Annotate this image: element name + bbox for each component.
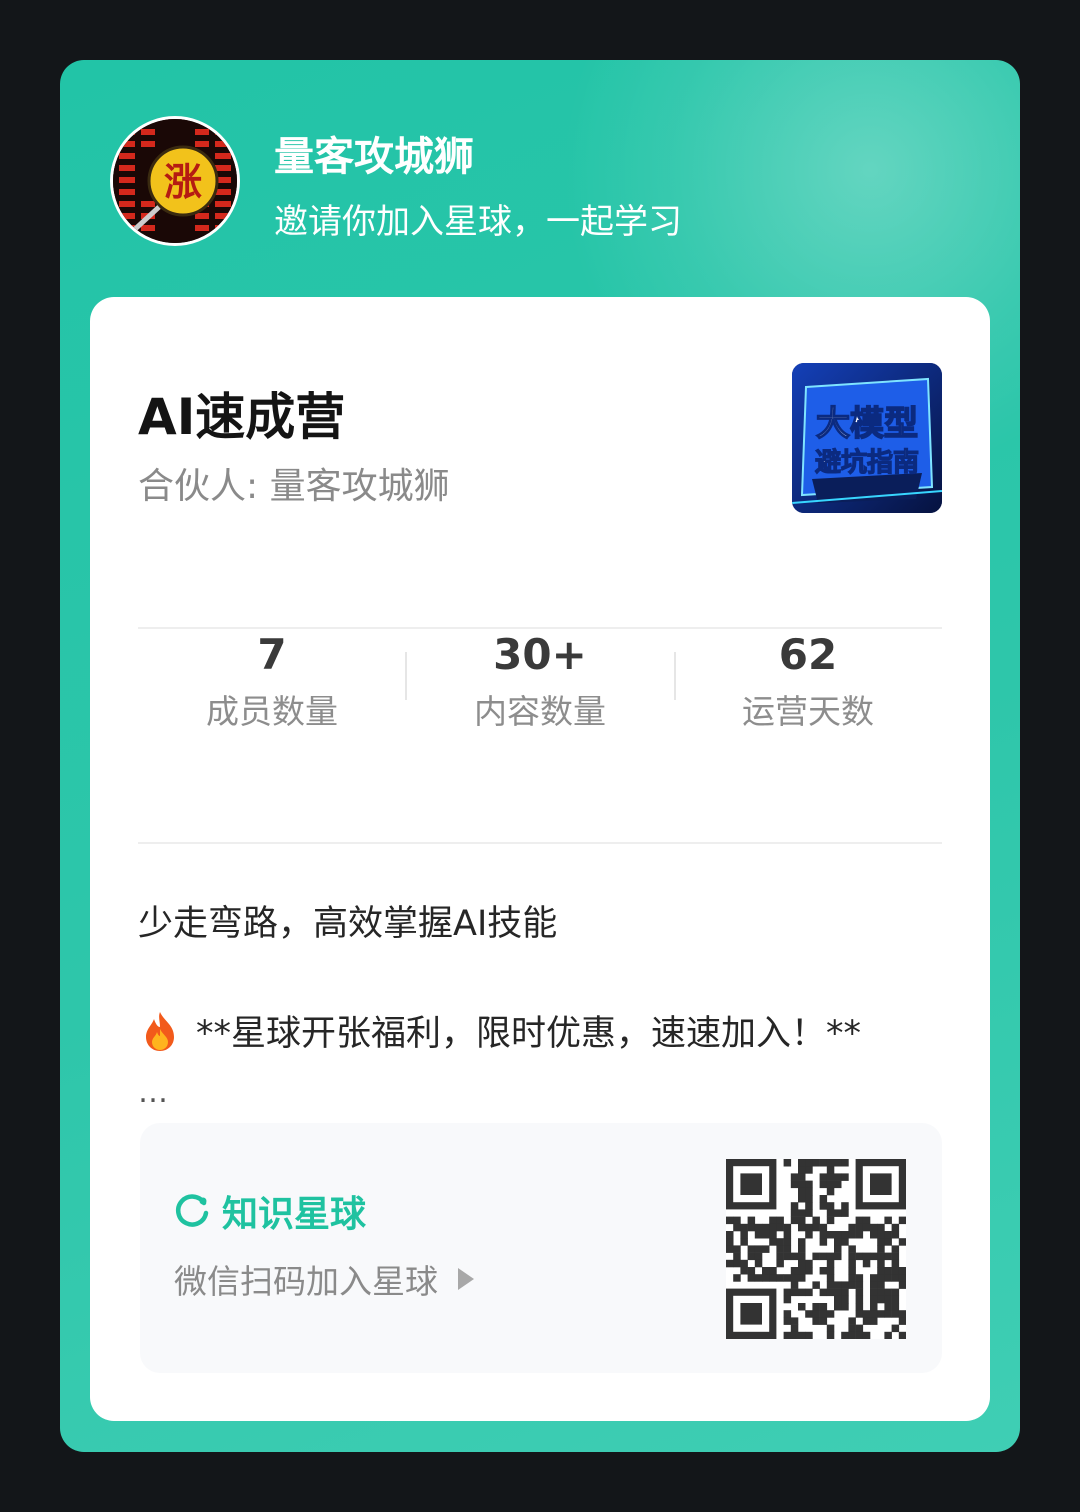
stat-value: 30+: [493, 630, 587, 679]
stat-members: 7 成员数量: [138, 627, 406, 735]
avatar-badge-char: 涨: [164, 160, 202, 204]
avatar-image: 涨: [113, 119, 237, 243]
invite-card: 涨 量客攻城狮 邀请你加入星球，一起学习 AI速成营 合伙人: 量客攻城狮 大模…: [60, 60, 1020, 1452]
play-arrow-icon: [458, 1268, 474, 1290]
owner-name: 量客攻城狮: [274, 134, 474, 180]
planet-logo-icon: [176, 1194, 209, 1227]
qr-code[interactable]: [726, 1159, 906, 1339]
description-line: 少走弯路，高效掌握AI技能: [138, 904, 558, 944]
invite-text: 邀请你加入星球，一起学习: [274, 202, 682, 242]
description-ellipsis: …: [138, 1075, 168, 1110]
cover-artwork: 大模型 避坑指南: [792, 363, 942, 513]
description-promo: **星球开张福利，限时优惠，速速加入！**: [138, 1005, 861, 1056]
stat-label: 运营天数: [742, 692, 874, 731]
cover-title-line2: 避坑指南: [815, 447, 919, 478]
brand: 知识星球: [174, 1185, 366, 1237]
scan-to-join[interactable]: 微信扫码加入星球: [174, 1255, 474, 1303]
join-footer: 知识星球 微信扫码加入星球: [140, 1123, 942, 1373]
group-title: AI速成营: [138, 388, 346, 446]
brand-name: 知识星球: [222, 1194, 367, 1235]
stat-value: 7: [257, 630, 287, 679]
stat-label: 内容数量: [474, 692, 606, 731]
scan-text: 微信扫码加入星球: [174, 1262, 438, 1301]
stat-value: 62: [778, 630, 838, 679]
group-info-panel: AI速成营 合伙人: 量客攻城狮 大模型 避坑指南 7 成员数量 30+ 内容数…: [90, 297, 990, 1421]
divider-stats-bottom: [138, 842, 942, 844]
group-partner: 合伙人: 量客攻城狮: [138, 466, 450, 507]
cover-title-line1: 大模型: [816, 404, 918, 444]
description-promo-text: **星球开张福利，限时优惠，速速加入！**: [196, 1014, 862, 1054]
stat-contents: 30+ 内容数量: [406, 627, 674, 735]
stat-days: 62 运营天数: [674, 627, 942, 735]
stat-label: 成员数量: [206, 692, 338, 731]
fire-icon: [146, 1011, 174, 1051]
group-cover-image[interactable]: 大模型 避坑指南: [792, 363, 942, 513]
avatar: 涨: [110, 116, 240, 246]
